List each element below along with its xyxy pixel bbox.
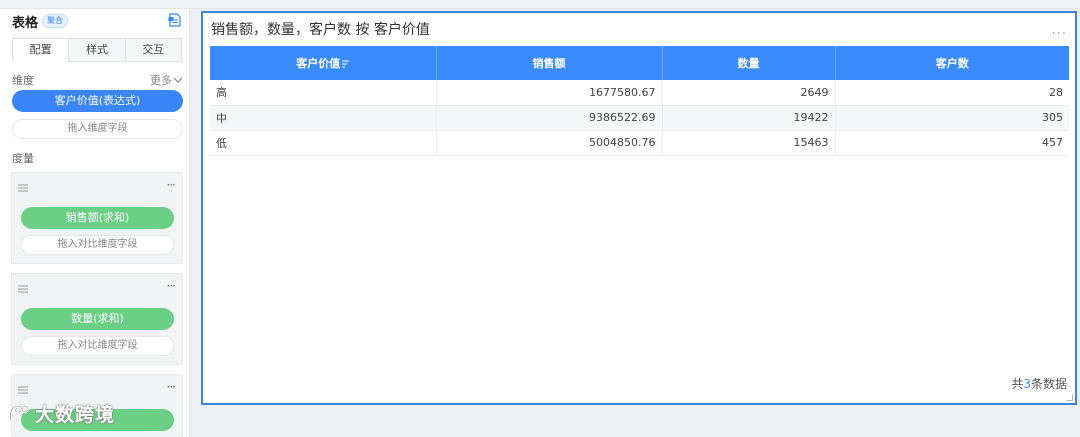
column-header-customers[interactable]: 客户数 [835, 46, 1069, 80]
panel-header: 表格 聚合 [12, 12, 69, 31]
table-row: 高 1677580.67 2649 28 [210, 80, 1069, 106]
table-cell: 低 [210, 130, 437, 156]
table-cell: 中 [210, 105, 437, 131]
table-cell: 5004850.76 [436, 130, 663, 156]
dimension-field-pill[interactable]: 客户价值(表达式) [12, 90, 183, 112]
row-count: 共3条数据 [1011, 375, 1067, 392]
table-cell: 1677580.67 [436, 80, 663, 106]
table-row: 中 9386522.69 19422 305 [210, 105, 1069, 131]
tab-style[interactable]: 样式 [69, 38, 126, 62]
resize-handle[interactable] [1066, 394, 1073, 401]
row-count-prefix: 共 [1011, 377, 1024, 391]
table-cell: 2649 [662, 80, 836, 106]
data-table: 客户价值 销售额 数量 客户数 高 1677580.67 2649 28 中 9… [210, 46, 1069, 156]
measure-field-pill[interactable]: 数量(求和) [21, 308, 174, 330]
measure-card: ··· 销售额(求和) 拖入对比维度字段 [11, 172, 183, 264]
more-options-icon[interactable]: ··· [167, 380, 177, 394]
table-header-row: 客户价值 销售额 数量 客户数 [210, 46, 1069, 80]
column-header-label: 客户价值 [296, 57, 341, 70]
column-header-quantity[interactable]: 数量 [662, 46, 836, 80]
row-count-value: 3 [1023, 377, 1031, 391]
more-options-icon[interactable]: ··· [167, 279, 177, 293]
more-options-icon[interactable]: ··· [167, 178, 177, 192]
drag-handle-icon[interactable] [18, 386, 28, 394]
watermark-logo-icon [9, 404, 29, 421]
drag-handle-icon[interactable] [18, 184, 28, 192]
compare-drop-zone[interactable]: 拖入对比维度字段 [21, 235, 174, 255]
sort-icon[interactable] [342, 59, 350, 69]
widget-more-icon[interactable]: ... [1052, 23, 1067, 38]
table-cell: 457 [835, 130, 1069, 156]
config-panel: 表格 聚合 配置 样式 交互 维度 更多 客户价值(表达式) 拖入维度字段 度量… [0, 9, 190, 437]
widget-title: 销售额，数量，客户数 按 客户价值 [211, 22, 430, 38]
table-row: 低 5004850.76 15463 457 [210, 130, 1069, 156]
table-cell: 15463 [662, 130, 836, 156]
row-count-suffix: 条数据 [1030, 377, 1067, 391]
drag-handle-icon[interactable] [18, 285, 28, 293]
table-cell: 305 [835, 105, 1069, 131]
measure-field-pill[interactable]: 销售额(求和) [21, 207, 174, 229]
chevron-down-icon [173, 77, 183, 83]
aggregate-badge: 聚合 [42, 14, 69, 28]
panel-title: 表格 [12, 15, 39, 31]
more-dropdown[interactable]: 更多 [150, 72, 183, 88]
table-widget[interactable]: 销售额，数量，客户数 按 客户价值 ... 客户价值 销售额 数量 客户数 高 … [201, 11, 1077, 405]
tab-interaction[interactable]: 交互 [125, 38, 182, 62]
table-cell: 28 [835, 80, 1069, 106]
column-header-sales[interactable]: 销售额 [436, 46, 663, 80]
panel-tabs: 配置 样式 交互 [12, 38, 182, 62]
dimension-section-label: 维度 [12, 74, 34, 87]
measure-section-label: 度量 [12, 152, 34, 165]
watermark-text: 大数跨境 [35, 403, 116, 426]
table-cell: 9386522.69 [436, 105, 663, 131]
more-label: 更多 [150, 74, 172, 87]
tab-config[interactable]: 配置 [12, 38, 70, 62]
table-cell: 高 [210, 80, 437, 106]
dimension-drop-zone[interactable]: 拖入维度字段 [12, 119, 183, 139]
table-cell: 19422 [662, 105, 836, 131]
top-strip [0, 0, 1080, 9]
watermark: 大数跨境 [8, 397, 115, 429]
column-header-customer-value[interactable]: 客户价值 [210, 46, 437, 80]
compare-drop-zone[interactable]: 拖入对比维度字段 [21, 336, 174, 356]
measure-card: ··· 数量(求和) 拖入对比维度字段 [11, 273, 183, 365]
export-doc-icon[interactable] [168, 13, 181, 27]
